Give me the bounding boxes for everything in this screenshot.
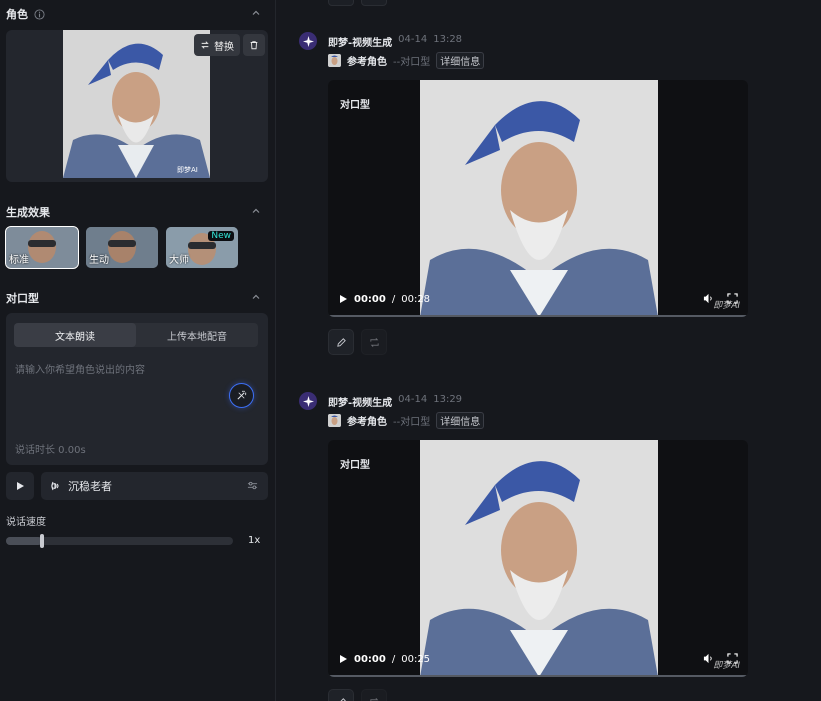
entry-mode: --对口型 bbox=[393, 417, 431, 428]
speed-label: 说话速度 bbox=[6, 517, 46, 528]
entry-subline: 参考角色 --对口型 详细信息 bbox=[328, 412, 485, 429]
magic-wand-icon bbox=[237, 390, 247, 400]
adjust-icon[interactable] bbox=[247, 480, 258, 494]
speed-slider-fill bbox=[6, 537, 43, 545]
jimeng-logo-icon bbox=[299, 32, 317, 50]
chevron-up-icon[interactable] bbox=[251, 206, 261, 216]
play-icon[interactable] bbox=[338, 654, 348, 664]
video-controls: 00:00 / 00:28 bbox=[328, 281, 748, 317]
entry-date: 04-14 bbox=[398, 34, 428, 45]
fullscreen-icon[interactable] bbox=[727, 293, 738, 307]
video-player[interactable]: 对口型 即梦AI 00:00 / 00:28 bbox=[328, 80, 748, 317]
effect-master[interactable]: New 大师 bbox=[166, 227, 238, 268]
voice-preview-button[interactable] bbox=[6, 472, 34, 500]
lipsync-title: 对口型 bbox=[6, 292, 39, 305]
chevron-up-icon[interactable] bbox=[251, 292, 261, 302]
effect-vivid[interactable]: 生动 bbox=[86, 227, 158, 268]
watermark: 即梦AI bbox=[177, 166, 198, 174]
reference-role-link[interactable]: 参考角色 bbox=[347, 413, 387, 428]
current-time: 00:00 bbox=[354, 293, 386, 305]
entry-subline: 参考角色 --对口型 详细信息 bbox=[328, 52, 485, 69]
video-label: 对口型 bbox=[340, 100, 370, 111]
tab-text-reading[interactable]: 文本朗读 bbox=[14, 323, 136, 347]
detail-info-button[interactable]: 详细信息 bbox=[436, 52, 485, 69]
chevron-up-icon[interactable] bbox=[251, 8, 261, 18]
duration-time: 00:28 bbox=[401, 293, 431, 305]
effects-title: 生成效果 bbox=[6, 206, 50, 219]
role-image: 即梦AI bbox=[63, 30, 210, 178]
volume-icon[interactable] bbox=[703, 293, 714, 307]
speed-value: 1x bbox=[248, 535, 261, 546]
pencil-icon bbox=[336, 337, 346, 347]
lipsync-section-header: 对口型 bbox=[6, 290, 39, 306]
speech-text-input[interactable]: 请输入你希望角色说出的内容 bbox=[15, 361, 145, 376]
role-section-header: 角色 bbox=[6, 6, 45, 22]
swap-icon bbox=[201, 41, 209, 49]
entry-meta: 即梦-视频生成 04-14 13:29 bbox=[328, 394, 462, 409]
entry-time: 13:29 bbox=[433, 394, 463, 405]
replace-label: 替换 bbox=[214, 41, 234, 53]
reference-avatar bbox=[328, 54, 341, 67]
voice-selector[interactable]: 沉稳老者 bbox=[41, 472, 268, 500]
reference-role-link[interactable]: 参考角色 bbox=[347, 53, 387, 68]
voice-icon bbox=[51, 481, 59, 491]
regenerate-button[interactable] bbox=[361, 689, 387, 701]
effect-label: 标准 bbox=[9, 255, 29, 266]
play-icon[interactable] bbox=[338, 294, 348, 304]
entry-mode: --对口型 bbox=[393, 57, 431, 68]
delete-button[interactable] bbox=[243, 34, 265, 56]
new-badge: New bbox=[208, 231, 234, 241]
time-separator: / bbox=[391, 653, 396, 665]
video-label: 对口型 bbox=[340, 460, 370, 471]
video-controls: 00:00 / 00:25 bbox=[328, 641, 748, 677]
regenerate-button[interactable] bbox=[361, 329, 387, 355]
entry-title: 即梦-视频生成 bbox=[328, 38, 393, 49]
replace-button[interactable]: 替换 bbox=[194, 34, 240, 56]
effects-section-header: 生成效果 bbox=[6, 204, 50, 220]
time-separator: / bbox=[391, 293, 396, 305]
settings-panel: 角色 即梦AI 替换 生成效果 标准 生动 New 大师 对口型 文本朗读 上传… bbox=[0, 0, 276, 701]
entry-title: 即梦-视频生成 bbox=[328, 398, 393, 409]
entry-meta: 即梦-视频生成 04-14 13:28 bbox=[328, 34, 462, 49]
play-icon bbox=[17, 482, 24, 490]
regenerate-button[interactable] bbox=[361, 0, 387, 6]
speed-slider-thumb[interactable] bbox=[40, 534, 45, 548]
entry-date: 04-14 bbox=[398, 394, 428, 405]
video-progress-bar[interactable] bbox=[328, 675, 748, 677]
entry-time: 13:28 bbox=[433, 34, 463, 45]
speed-slider[interactable] bbox=[6, 534, 233, 548]
lipsync-tabs: 文本朗读 上传本地配音 bbox=[14, 323, 258, 347]
jimeng-logo-icon bbox=[299, 392, 317, 410]
info-icon[interactable] bbox=[34, 8, 45, 20]
effects-list: 标准 生动 New 大师 bbox=[5, 226, 238, 269]
video-player[interactable]: 对口型 即梦AI 00:00 / 00:25 bbox=[328, 440, 748, 677]
speech-duration: 说话时长 0.00s bbox=[15, 445, 86, 456]
lipsync-card: 文本朗读 上传本地配音 请输入你希望角色说出的内容 说话时长 0.00s bbox=[6, 313, 268, 465]
pencil-icon bbox=[339, 697, 346, 701]
repeat-icon bbox=[369, 337, 379, 347]
duration-time: 00:25 bbox=[401, 653, 431, 665]
detail-info-button[interactable]: 详细信息 bbox=[436, 412, 485, 429]
ai-write-button[interactable] bbox=[229, 383, 254, 408]
tab-upload-audio[interactable]: 上传本地配音 bbox=[136, 323, 258, 347]
edit-button[interactable] bbox=[328, 329, 354, 355]
effect-label: 生动 bbox=[89, 255, 109, 266]
reference-avatar bbox=[328, 414, 341, 427]
generation-feed: 即梦-视频生成 04-14 13:28 参考角色 --对口型 详细信息 对口型 … bbox=[286, 0, 821, 701]
repeat-icon bbox=[369, 697, 378, 701]
trash-icon bbox=[250, 41, 258, 50]
edit-button[interactable] bbox=[328, 689, 354, 701]
role-title: 角色 bbox=[6, 8, 28, 21]
effect-label: 大师 bbox=[169, 255, 189, 266]
voice-name: 沉稳老者 bbox=[68, 480, 112, 493]
volume-icon[interactable] bbox=[703, 653, 714, 667]
video-progress-bar[interactable] bbox=[328, 315, 748, 317]
role-card: 即梦AI 替换 bbox=[6, 30, 268, 182]
current-time: 00:00 bbox=[354, 653, 386, 665]
fullscreen-icon[interactable] bbox=[727, 653, 738, 667]
edit-button[interactable] bbox=[328, 0, 354, 6]
effect-standard[interactable]: 标准 bbox=[5, 226, 79, 269]
